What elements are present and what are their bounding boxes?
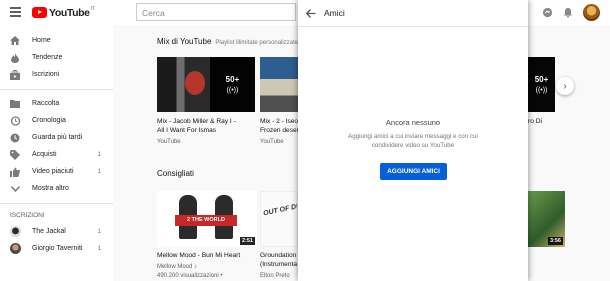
- thumbnail-banner: 2 THE WORLD: [175, 215, 237, 226]
- sidebar-item-purchases[interactable]: Acquisti 1: [0, 146, 113, 163]
- sidebar-item-label: Iscrizioni: [32, 71, 60, 78]
- mix-thumbnail[interactable]: 50+ ((•)): [157, 57, 255, 112]
- mix-count: 50+: [534, 75, 549, 84]
- bell-icon[interactable]: [562, 7, 574, 19]
- mixes-section-title: Mix di YouTube Playlist illimitate person…: [157, 37, 298, 46]
- sidebar-item-label: Tendenze: [32, 54, 63, 61]
- item-count: 1: [97, 168, 101, 175]
- item-count: 1: [97, 245, 101, 252]
- empty-state-description: Aggiungi amici a cui inviare messaggi e …: [348, 133, 478, 149]
- item-count: 1: [97, 151, 101, 158]
- sidebar-item-label: Guarda più tardi: [32, 134, 83, 141]
- video-channel[interactable]: Mellow Mood ♪: [157, 263, 197, 272]
- clock-icon: [10, 133, 20, 143]
- video-duration: 2:51: [239, 237, 255, 245]
- add-friends-button[interactable]: AGGIUNGI AMICI: [380, 163, 447, 180]
- menu-icon[interactable]: [10, 7, 21, 17]
- panel-title: Amici: [324, 8, 345, 18]
- video-channel[interactable]: Elton Preto: [260, 272, 290, 281]
- video-duration: 3:56: [547, 237, 563, 245]
- video-thumbnail[interactable]: 2 THE WORLD 2:51: [157, 191, 257, 247]
- sidebar-item-library[interactable]: Raccolta: [0, 95, 113, 112]
- folder-icon: [10, 99, 20, 109]
- thumb-up-icon: [10, 167, 20, 177]
- mix-overlay: 50+ ((•)): [209, 57, 255, 112]
- empty-state-title: Ancora nessuno: [385, 118, 441, 127]
- sidebar-item-subscriptions[interactable]: Iscrizioni: [0, 66, 113, 83]
- sidebar-item-show-more[interactable]: Mostra altro: [0, 180, 113, 197]
- panel-header: Amici: [298, 0, 528, 27]
- video-title[interactable]: Mix - 2 - Iseo Frozen deser: [260, 118, 298, 135]
- radio-icon: ((•)): [226, 87, 239, 94]
- subscriptions-heading: ISCRIZIONI: [10, 212, 45, 219]
- radio-icon: ((•)): [535, 87, 548, 94]
- sidebar-item-label: Video piaciuti: [32, 168, 74, 175]
- sidebar-item-trending[interactable]: Tendenze: [0, 49, 113, 66]
- chevron-down-icon: [10, 184, 20, 194]
- sidebar-item-channel[interactable]: Giorgio Taverniti 1: [0, 240, 113, 257]
- mix-thumbnail[interactable]: [260, 57, 298, 112]
- thumbnail-figure: [185, 71, 205, 95]
- friends-panel: Amici Ancora nessuno Aggiungi amici a cu…: [298, 0, 528, 281]
- video-title[interactable]: Groundation (Instrumenta: [260, 252, 297, 269]
- sidebar-item-liked-videos[interactable]: Video piaciuti 1: [0, 163, 113, 180]
- video-views: 490.200 visualizzazioni •: [157, 273, 223, 279]
- next-arrow-button[interactable]: ›: [556, 77, 574, 95]
- sidebar-item-channel[interactable]: The Jackal 1: [0, 223, 113, 240]
- section-title: Consigliati: [157, 169, 194, 178]
- channel-avatar: [10, 226, 21, 237]
- video-thumbnail[interactable]: 3:56: [528, 191, 565, 247]
- channel-avatar: [10, 243, 21, 254]
- top-icons: [541, 4, 600, 21]
- home-icon: [10, 36, 20, 46]
- mix-thumbnail[interactable]: 50+ ((•)): [528, 57, 555, 112]
- video-title[interactable]: ro Di: [528, 118, 542, 127]
- mix-count: 50+: [225, 75, 240, 84]
- play-logo-icon: [32, 7, 47, 18]
- divider: [0, 203, 113, 204]
- video-title[interactable]: Mellow Mood - Bun Mi Heart: [157, 252, 240, 261]
- item-count: 1: [97, 228, 101, 235]
- divider: [0, 89, 113, 90]
- account-avatar[interactable]: [583, 4, 600, 21]
- logo-text: YouTube: [49, 6, 90, 19]
- video-channel[interactable]: YouTube: [157, 138, 181, 147]
- section-subtitle: Playlist illimitate personalizzate: [215, 40, 299, 46]
- history-icon: [10, 115, 20, 126]
- sidebar-item-label: Mostra altro: [32, 185, 69, 192]
- sidebar-item-label: Acquisti: [32, 151, 57, 158]
- chat-icon[interactable]: [541, 7, 553, 19]
- video-title[interactable]: Mix - Jacob Miller & Ray I - All I Want F…: [157, 118, 255, 135]
- video-thumbnail[interactable]: OUT OF DUB: [260, 191, 298, 247]
- sidebar-item-label: Home: [32, 37, 51, 44]
- thumbnail-lettering: OUT OF DUB: [262, 201, 298, 218]
- sidebar: Home Tendenze Iscrizioni Raccolta Cronol…: [0, 25, 113, 281]
- youtube-logo[interactable]: YouTube IT: [32, 6, 95, 19]
- back-arrow-icon[interactable]: [306, 8, 316, 18]
- sidebar-item-label: The Jackal: [32, 228, 66, 235]
- sidebar-item-label: Raccolta: [32, 100, 60, 107]
- sidebar-item-label: Cronologia: [32, 117, 66, 124]
- section-title: Mix di YouTube: [157, 37, 212, 46]
- video-channel[interactable]: YouTube: [260, 138, 284, 147]
- sidebar-item-home[interactable]: Home: [0, 32, 113, 49]
- subscriptions-icon: [10, 69, 20, 80]
- logo-country: IT: [90, 6, 96, 12]
- sidebar-item-history[interactable]: Cronologia: [0, 112, 113, 129]
- tag-icon: [10, 149, 20, 160]
- sidebar-item-label: Giorgio Taverniti: [32, 245, 83, 252]
- fire-icon: [10, 52, 20, 63]
- mix-overlay: 50+ ((•)): [528, 57, 555, 112]
- search-input[interactable]: Cerca: [136, 3, 296, 21]
- sidebar-item-watch-later[interactable]: Guarda più tardi: [0, 129, 113, 146]
